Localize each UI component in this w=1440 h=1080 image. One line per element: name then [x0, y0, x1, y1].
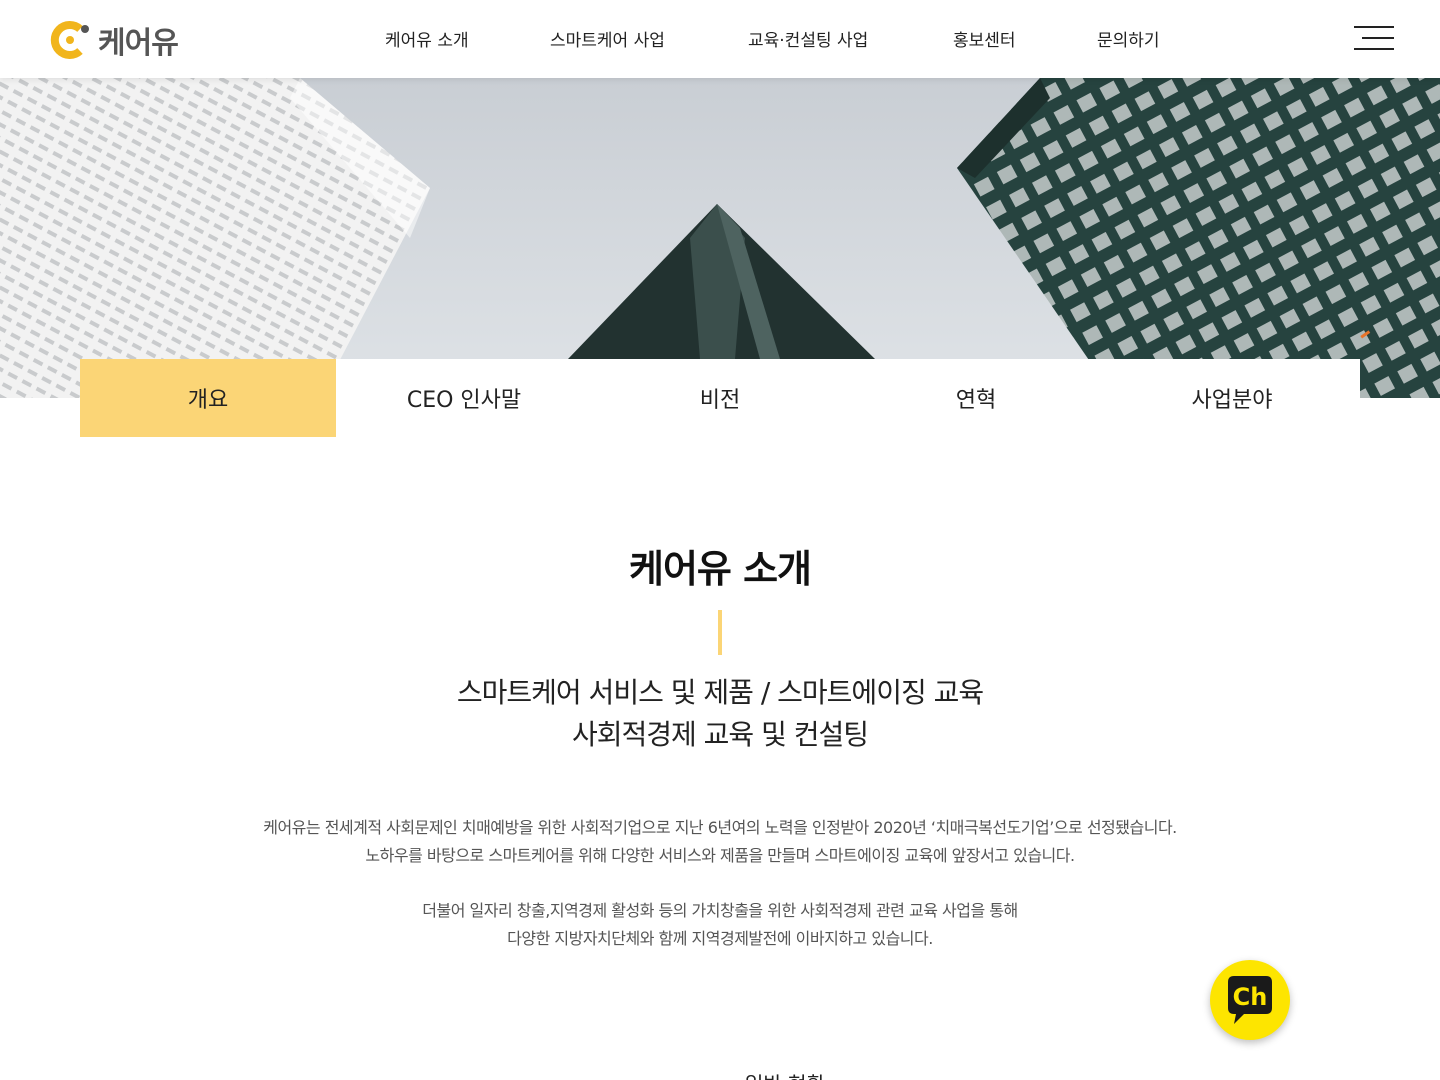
nav-item-education[interactable]: 교육·컨설팅 사업 — [748, 26, 868, 51]
nav-item-pr-center[interactable]: 홍보센터 — [953, 26, 1016, 51]
intro-paragraph-2: 더불어 일자리 창출,지역경제 활성화 등의 가치창출을 위한 사회적경제 관련… — [0, 897, 1440, 953]
tab-history[interactable]: 연혁 — [848, 359, 1104, 437]
kakao-channel-label: Ch — [1233, 983, 1268, 1011]
nav-item-smartcare[interactable]: 스마트케어 사업 — [550, 26, 665, 51]
intro-paragraph-1-line-2: 노하우를 바탕으로 스마트케어를 위해 다양한 서비스와 제품을 만들며 스마트… — [365, 846, 1075, 865]
intro-paragraph-1-line-1: 케어유는 전세계적 사회문제인 치매예방을 위한 사회적기업으로 지난 6년여의… — [263, 818, 1177, 837]
page-title: 케어유 소개 — [628, 547, 812, 591]
logo-text: 케어유 — [98, 26, 179, 61]
nav-item-about[interactable]: 케어유 소개 — [385, 26, 469, 51]
kakao-channel-icon: Ch — [1228, 976, 1272, 1024]
intro-paragraph-2-line-2: 다양한 지방자치단체와 함께 지역경제발전에 이바지하고 있습니다. — [507, 929, 933, 948]
logo[interactable]: 케어유 — [50, 18, 179, 62]
sub-tabs: 개요 CEO 인사말 비전 연혁 사업분야 — [80, 359, 1360, 437]
title-divider — [718, 610, 722, 655]
lead-text: 스마트케어 서비스 및 제품 / 스마트에이징 교육 사회적경제 교육 및 컨설… — [0, 672, 1440, 756]
tab-business-areas[interactable]: 사업분야 — [1104, 359, 1360, 437]
logo-icon — [50, 21, 89, 59]
tab-vision[interactable]: 비전 — [592, 359, 848, 437]
kakao-channel-button[interactable]: Ch — [1210, 960, 1290, 1040]
lead-line-1: 스마트케어 서비스 및 제품 / 스마트에이징 교육 — [456, 676, 984, 709]
nav-item-contact[interactable]: 문의하기 — [1097, 26, 1160, 51]
general-status-heading: 일반 현황 — [0, 1068, 1440, 1080]
intro-paragraph-2-line-1: 더불어 일자리 창출,지역경제 활성화 등의 가치창출을 위한 사회적경제 관련… — [422, 901, 1018, 920]
hero-image — [0, 78, 1440, 398]
site-header: 케어유 케어유 소개 스마트케어 사업 교육·컨설팅 사업 홍보센터 문의하기 — [0, 0, 1440, 78]
lead-line-2: 사회적경제 교육 및 컨설팅 — [571, 718, 869, 751]
hamburger-icon[interactable] — [1354, 26, 1394, 52]
tab-overview[interactable]: 개요 — [80, 359, 336, 437]
intro-paragraph-1: 케어유는 전세계적 사회문제인 치매예방을 위한 사회적기업으로 지난 6년여의… — [0, 814, 1440, 870]
tab-ceo-greeting[interactable]: CEO 인사말 — [336, 359, 592, 437]
